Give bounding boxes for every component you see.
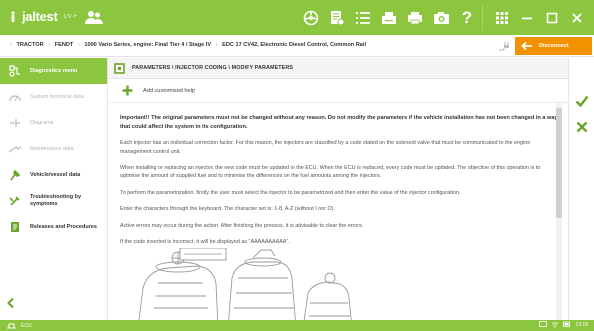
sidebar-item-label: Vehicle/vessel data (30, 171, 81, 178)
parameters-icon (114, 63, 125, 76)
cancel-button[interactable] (572, 118, 592, 136)
report-icon[interactable] (326, 7, 348, 29)
breadcrumb-item-3[interactable]: EDC 17 CV42, Electronic Diesel Control, … (222, 42, 366, 48)
status-bar: ECU 13:18 (0, 320, 594, 331)
sidebar-item-releases-procedures[interactable]: Releases and Procedures (0, 214, 107, 240)
page-header: PARAMETERS \ INJECTOR CODING \ MODIFY PA… (108, 58, 568, 79)
top-toolbar: jaltest CV·F ? (0, 0, 594, 35)
help-icon[interactable]: ? (456, 7, 478, 29)
users-icon[interactable] (85, 10, 104, 24)
camera-icon[interactable] (430, 7, 452, 29)
paragraph: When installing or replacing an injector… (120, 165, 541, 180)
breadcrumb-separator: › (77, 42, 80, 48)
disconnect-label: Disconnect (539, 43, 569, 49)
connection-icon (7, 323, 16, 329)
arrow-left-icon (521, 41, 532, 51)
check-icon (575, 95, 589, 107)
paragraph: If the code inserted is incorrect, it wi… (120, 238, 290, 245)
page-title: PARAMETERS \ INJECTOR CODING \ MODIFY PA… (132, 65, 294, 71)
cross-icon (576, 121, 588, 133)
list-icon[interactable] (352, 7, 374, 29)
breadcrumb: › TRACTOR › FENDT › 1000 Vario Series, e… (7, 42, 366, 48)
help-content: Important!! The original parameters must… (108, 103, 568, 320)
sidebar-item-label: Diagrams (30, 119, 54, 126)
add-help-button[interactable]: Add customised help (108, 79, 568, 103)
breadcrumb-separator: › (48, 42, 51, 48)
plus-icon (122, 85, 133, 96)
sidebar-item-system-technical-data: System technical data (0, 84, 107, 110)
breadcrumb-separator: › (215, 42, 218, 48)
releases-icon (8, 220, 22, 234)
logo-subtext: CV·F (63, 13, 78, 20)
vehicle-icon[interactable] (300, 7, 322, 29)
sidebar-item-maintenance-data: Maintenance data (0, 136, 107, 162)
technical-data-icon (8, 90, 22, 104)
sidebar-item-label: Releases and Procedures (30, 223, 97, 230)
paragraph-warning: Important!! The original parameters must… (120, 115, 558, 130)
status-text: ECU (21, 322, 32, 329)
sidebar-item-diagrams: Diagrams (0, 110, 107, 136)
chevron-left-icon (7, 297, 14, 309)
battery-icon (563, 321, 571, 327)
sidebar-item-vehicle-vessel-data[interactable]: Vehicle/vessel data (0, 162, 107, 188)
paragraph: Each injector has an individual correcti… (120, 140, 531, 155)
wifi-icon (552, 322, 559, 328)
logo-mark-icon (11, 11, 15, 22)
paragraph: Enter the characters through the keyboar… (120, 206, 336, 213)
sidebar-item-label: System technical data (30, 93, 84, 100)
app-logo: jaltest CV·F (8, 9, 104, 24)
maximize-icon[interactable] (541, 7, 563, 29)
maintenance-icon (8, 142, 22, 156)
close-icon[interactable] (566, 7, 588, 29)
help-glyph: ? (461, 7, 473, 27)
logo-text: jaltest (22, 9, 58, 24)
print-icon[interactable] (378, 7, 400, 29)
disconnect-button[interactable]: Disconnect (515, 37, 592, 55)
toolbar-icons: ? (296, 0, 588, 35)
back-button[interactable] (6, 297, 16, 311)
breadcrumb-item-0[interactable]: TRACTOR (16, 42, 43, 48)
minimize-icon[interactable] (516, 7, 538, 29)
accept-button[interactable] (572, 92, 592, 110)
breadcrumb-separator: › (10, 42, 12, 48)
breadcrumb-item-2[interactable]: 1000 Vario Series, engine: Final Tier 4 … (84, 42, 211, 48)
sidebar-item-label: Maintenance data (30, 145, 74, 152)
clock: 13:18 (575, 321, 588, 328)
diagrams-icon (8, 116, 22, 130)
diagnostics-icon (8, 64, 22, 78)
scrollbar-thumb[interactable] (556, 108, 562, 218)
add-help-label: Add customised help (143, 87, 195, 94)
vehicle-data-icon (8, 168, 22, 182)
grid-icon[interactable] (491, 7, 513, 29)
status-left: ECU (7, 322, 32, 329)
injector-illustration (138, 248, 352, 320)
toolbar-separator (482, 5, 483, 30)
plug-icon (497, 39, 511, 55)
breadcrumb-item-1[interactable]: FENDT (55, 42, 74, 48)
monitor-icon (539, 321, 548, 327)
status-right: 13:18 (539, 321, 588, 328)
sidebar-item-label: Troubleshooting by symptoms (30, 194, 82, 207)
printer-icon[interactable] (404, 7, 426, 29)
paragraph: Active errors may occur during the actio… (120, 222, 364, 229)
sidebar: Diagnostics menu System technical data D… (0, 58, 108, 320)
troubleshooting-icon (8, 194, 22, 208)
sidebar-item-troubleshooting[interactable]: Troubleshooting by symptoms (0, 188, 107, 214)
paragraph: To perform the parametrization, firstly … (120, 189, 461, 196)
sidebar-item-label: Diagnostics menu (30, 67, 78, 74)
sidebar-item-diagnostics-menu[interactable]: Diagnostics menu (0, 58, 107, 84)
